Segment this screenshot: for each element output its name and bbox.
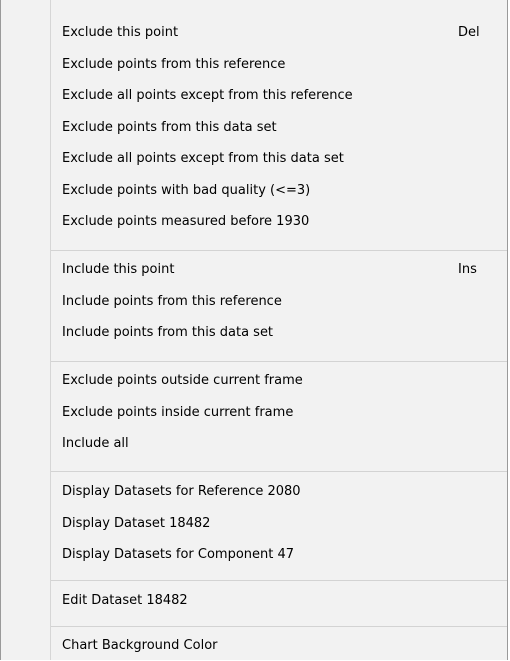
menu-item-label: Exclude points outside current frame xyxy=(62,373,303,388)
menu-item-label: Chart Background Color xyxy=(62,638,218,653)
menu-item-label: Exclude this point xyxy=(62,25,179,40)
menu-item-exclude-all-except-data-set[interactable]: Exclude all points except from this data… xyxy=(1,144,507,174)
menu-item-include-this-point[interactable]: Include this point Ins xyxy=(1,255,507,285)
menu-item-label: Edit Dataset 18482 xyxy=(62,593,188,608)
menu-item-exclude-all-except-reference[interactable]: Exclude all points except from this refe… xyxy=(1,81,507,111)
menu-item-label: Include points from this reference xyxy=(62,294,282,309)
menu-separator xyxy=(51,471,507,472)
menu-item-label: Include this point xyxy=(62,262,175,277)
menu-item-edit-dataset[interactable]: Edit Dataset 18482 xyxy=(1,586,507,616)
menu-item-label: Exclude all points except from this data… xyxy=(62,151,344,166)
menu-separator xyxy=(51,580,507,581)
menu-item-label: Exclude points measured before 1930 xyxy=(62,214,310,229)
menu-item-display-datasets-component[interactable]: Display Datasets for Component 47 xyxy=(1,540,507,570)
menu-item-label: Display Datasets for Reference 2080 xyxy=(62,484,301,499)
menu-item-include-all[interactable]: Include all xyxy=(1,429,507,459)
menu-item-label: Exclude points from this data set xyxy=(62,120,277,135)
menu-item-exclude-points-from-data-set[interactable]: Exclude points from this data set xyxy=(1,113,507,143)
menu-separator xyxy=(51,626,507,627)
menu-item-label: Display Dataset 18482 xyxy=(62,516,211,531)
menu-separator xyxy=(51,250,507,251)
menu-item-label: Include points from this data set xyxy=(62,325,274,340)
menu-item-label: Exclude all points except from this refe… xyxy=(62,88,353,103)
menu-item-label: Display Datasets for Component 47 xyxy=(62,547,295,562)
menu-separator xyxy=(51,361,507,362)
menu-item-label: Include all xyxy=(62,436,129,451)
menu-item-shortcut: Ins xyxy=(458,262,477,277)
menu-item-exclude-bad-quality[interactable]: Exclude points with bad quality (<=3) xyxy=(1,176,507,206)
menu-item-chart-background-color[interactable]: Chart Background Color xyxy=(1,631,507,661)
menu-item-display-datasets-reference[interactable]: Display Datasets for Reference 2080 xyxy=(1,477,507,507)
menu-item-label: Exclude points inside current frame xyxy=(62,405,294,420)
menu-item-exclude-points-from-reference[interactable]: Exclude points from this reference xyxy=(1,50,507,80)
menu-item-include-points-from-reference[interactable]: Include points from this reference xyxy=(1,287,507,317)
menu-item-label: Exclude points from this reference xyxy=(62,57,286,72)
menu-item-label: Exclude points with bad quality (<=3) xyxy=(62,183,311,198)
menu-item-exclude-before-1930[interactable]: Exclude points measured before 1930 xyxy=(1,207,507,237)
menu-item-exclude-inside-frame[interactable]: Exclude points inside current frame xyxy=(1,398,507,428)
context-menu: Exclude this point Del Exclude points fr… xyxy=(0,0,508,660)
menu-item-shortcut: Del xyxy=(458,25,480,40)
menu-item-exclude-this-point[interactable]: Exclude this point Del xyxy=(1,18,507,48)
menu-item-exclude-outside-frame[interactable]: Exclude points outside current frame xyxy=(1,366,507,396)
menu-item-display-dataset[interactable]: Display Dataset 18482 xyxy=(1,509,507,539)
menu-item-include-points-from-data-set[interactable]: Include points from this data set xyxy=(1,318,507,348)
